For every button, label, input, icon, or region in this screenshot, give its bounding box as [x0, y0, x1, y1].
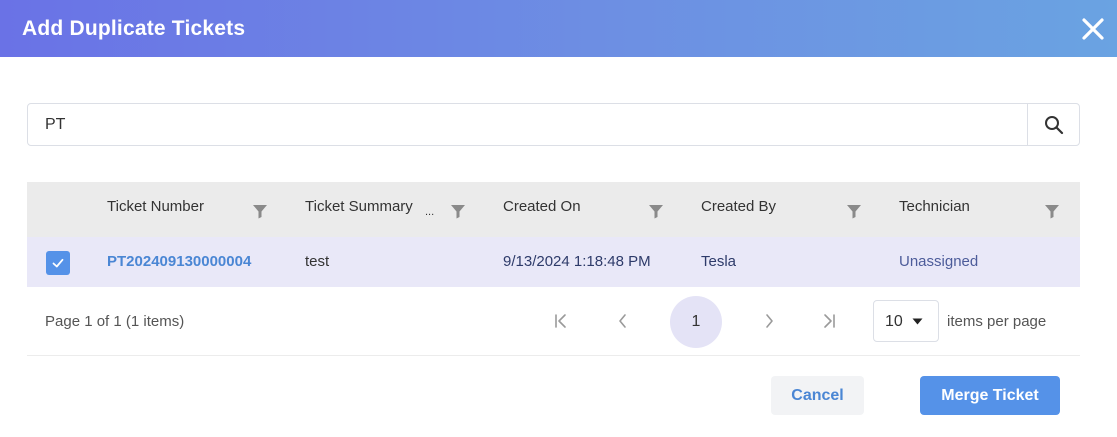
ticket-number-link[interactable]: PT202409130000004: [107, 253, 251, 270]
filter-icon[interactable]: [1044, 203, 1060, 219]
row-select-checkbox[interactable]: [46, 251, 70, 275]
last-page-button[interactable]: [817, 309, 841, 333]
column-label: Ticket Summary: [305, 198, 413, 215]
caret-down-icon: [912, 318, 923, 325]
search-button[interactable]: [1027, 104, 1079, 145]
last-page-icon: [824, 314, 835, 328]
column-label: Created On: [503, 198, 581, 215]
created-on-cell: 9/13/2024 1:18:48 PM: [503, 253, 651, 270]
column-header-ticket-number[interactable]: Ticket Number: [107, 182, 277, 237]
next-page-button[interactable]: [757, 309, 781, 333]
chevron-right-icon: [766, 314, 773, 328]
close-button[interactable]: [1078, 14, 1108, 44]
page-size-label: items per page: [947, 313, 1047, 330]
search-input[interactable]: [28, 104, 1028, 145]
merge-ticket-button[interactable]: Merge Ticket: [920, 376, 1060, 415]
created-by-cell: Tesla: [701, 253, 737, 270]
first-page-button[interactable]: [549, 309, 573, 333]
cancel-button[interactable]: Cancel: [771, 376, 864, 415]
ticket-summary-cell: test: [305, 253, 330, 270]
pager: Page 1 of 1 (1 items) 1 10 items per pag…: [27, 287, 1080, 356]
filter-icon[interactable]: [846, 203, 862, 219]
column-label: Technician: [899, 198, 970, 215]
check-icon: [52, 258, 64, 268]
filter-icon[interactable]: [648, 203, 664, 219]
page-size-value: 10: [885, 313, 903, 330]
search-icon: [1044, 115, 1063, 134]
table-row[interactable]: PT202409130000004 test 9/13/2024 1:18:48…: [27, 237, 1080, 287]
page-size-dropdown[interactable]: 10: [873, 300, 939, 342]
column-label: Ticket Number: [107, 198, 204, 215]
search-box: [27, 103, 1080, 146]
first-page-icon: [555, 314, 566, 328]
close-icon: [1082, 18, 1104, 40]
column-header-technician[interactable]: Technician: [899, 182, 1069, 237]
column-label-ellipsis: ...: [425, 206, 435, 218]
filter-icon[interactable]: [450, 203, 466, 219]
filter-icon[interactable]: [252, 203, 268, 219]
column-header-ticket-summary[interactable]: Ticket Summary ...: [305, 182, 475, 237]
page-number-button[interactable]: 1: [670, 296, 722, 348]
grid-header: Ticket Number Ticket Summary ... Created…: [27, 182, 1080, 237]
pager-info: Page 1 of 1 (1 items): [45, 313, 185, 330]
column-header-created-on[interactable]: Created On: [503, 182, 673, 237]
chevron-left-icon: [619, 314, 626, 328]
column-header-created-by[interactable]: Created By: [701, 182, 871, 237]
technician-cell: Unassigned: [899, 253, 979, 270]
dialog-header: Add Duplicate Tickets: [0, 0, 1117, 57]
previous-page-button[interactable]: [611, 309, 635, 333]
dialog-title: Add Duplicate Tickets: [22, 17, 246, 40]
column-label: Created By: [701, 198, 777, 215]
